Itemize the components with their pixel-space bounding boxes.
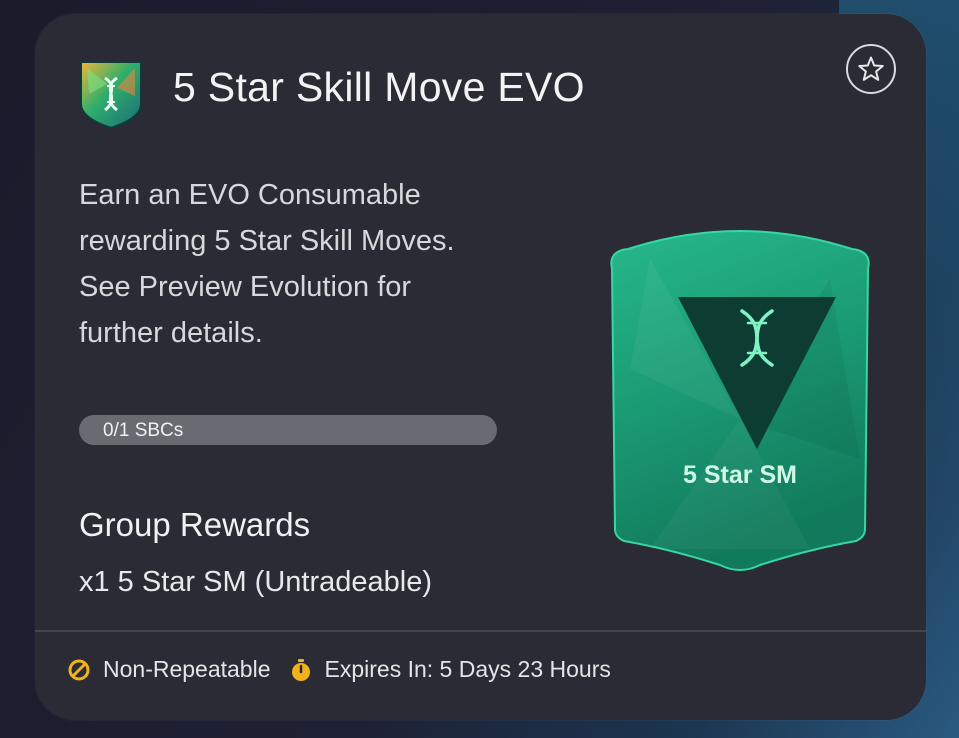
star-outline-icon [858, 56, 884, 81]
footer-info: Non-Repeatable Expires In: 5 Days 23 Hou… [67, 656, 629, 683]
expires-label: Expires In: 5 Days 23 Hours [324, 656, 611, 682]
progress-label: 0/1 SBCs [103, 420, 184, 441]
evo-reward-card[interactable]: 5 Star SM [610, 219, 870, 579]
evo-badge-icon [80, 61, 142, 130]
no-repeat-icon [68, 659, 90, 680]
objective-card[interactable]: 5 Star Skill Move EVO Earn an EVO Consum… [35, 14, 926, 720]
divider [35, 630, 926, 632]
page-title: 5 Star Skill Move EVO [173, 64, 585, 110]
objective-description: Earn an EVO Consumable rewarding 5 Star … [79, 179, 455, 349]
reward-item: x1 5 Star SM (Untradeable) [79, 566, 432, 598]
group-rewards-title: Group Rewards [79, 506, 311, 543]
evo-card-label: 5 Star SM [683, 461, 797, 489]
stopwatch-icon [291, 658, 310, 681]
progress-bar: 0/1 SBCs [79, 415, 497, 445]
repeatable-label: Non-Repeatable [103, 656, 271, 682]
favorite-button[interactable] [846, 44, 896, 94]
